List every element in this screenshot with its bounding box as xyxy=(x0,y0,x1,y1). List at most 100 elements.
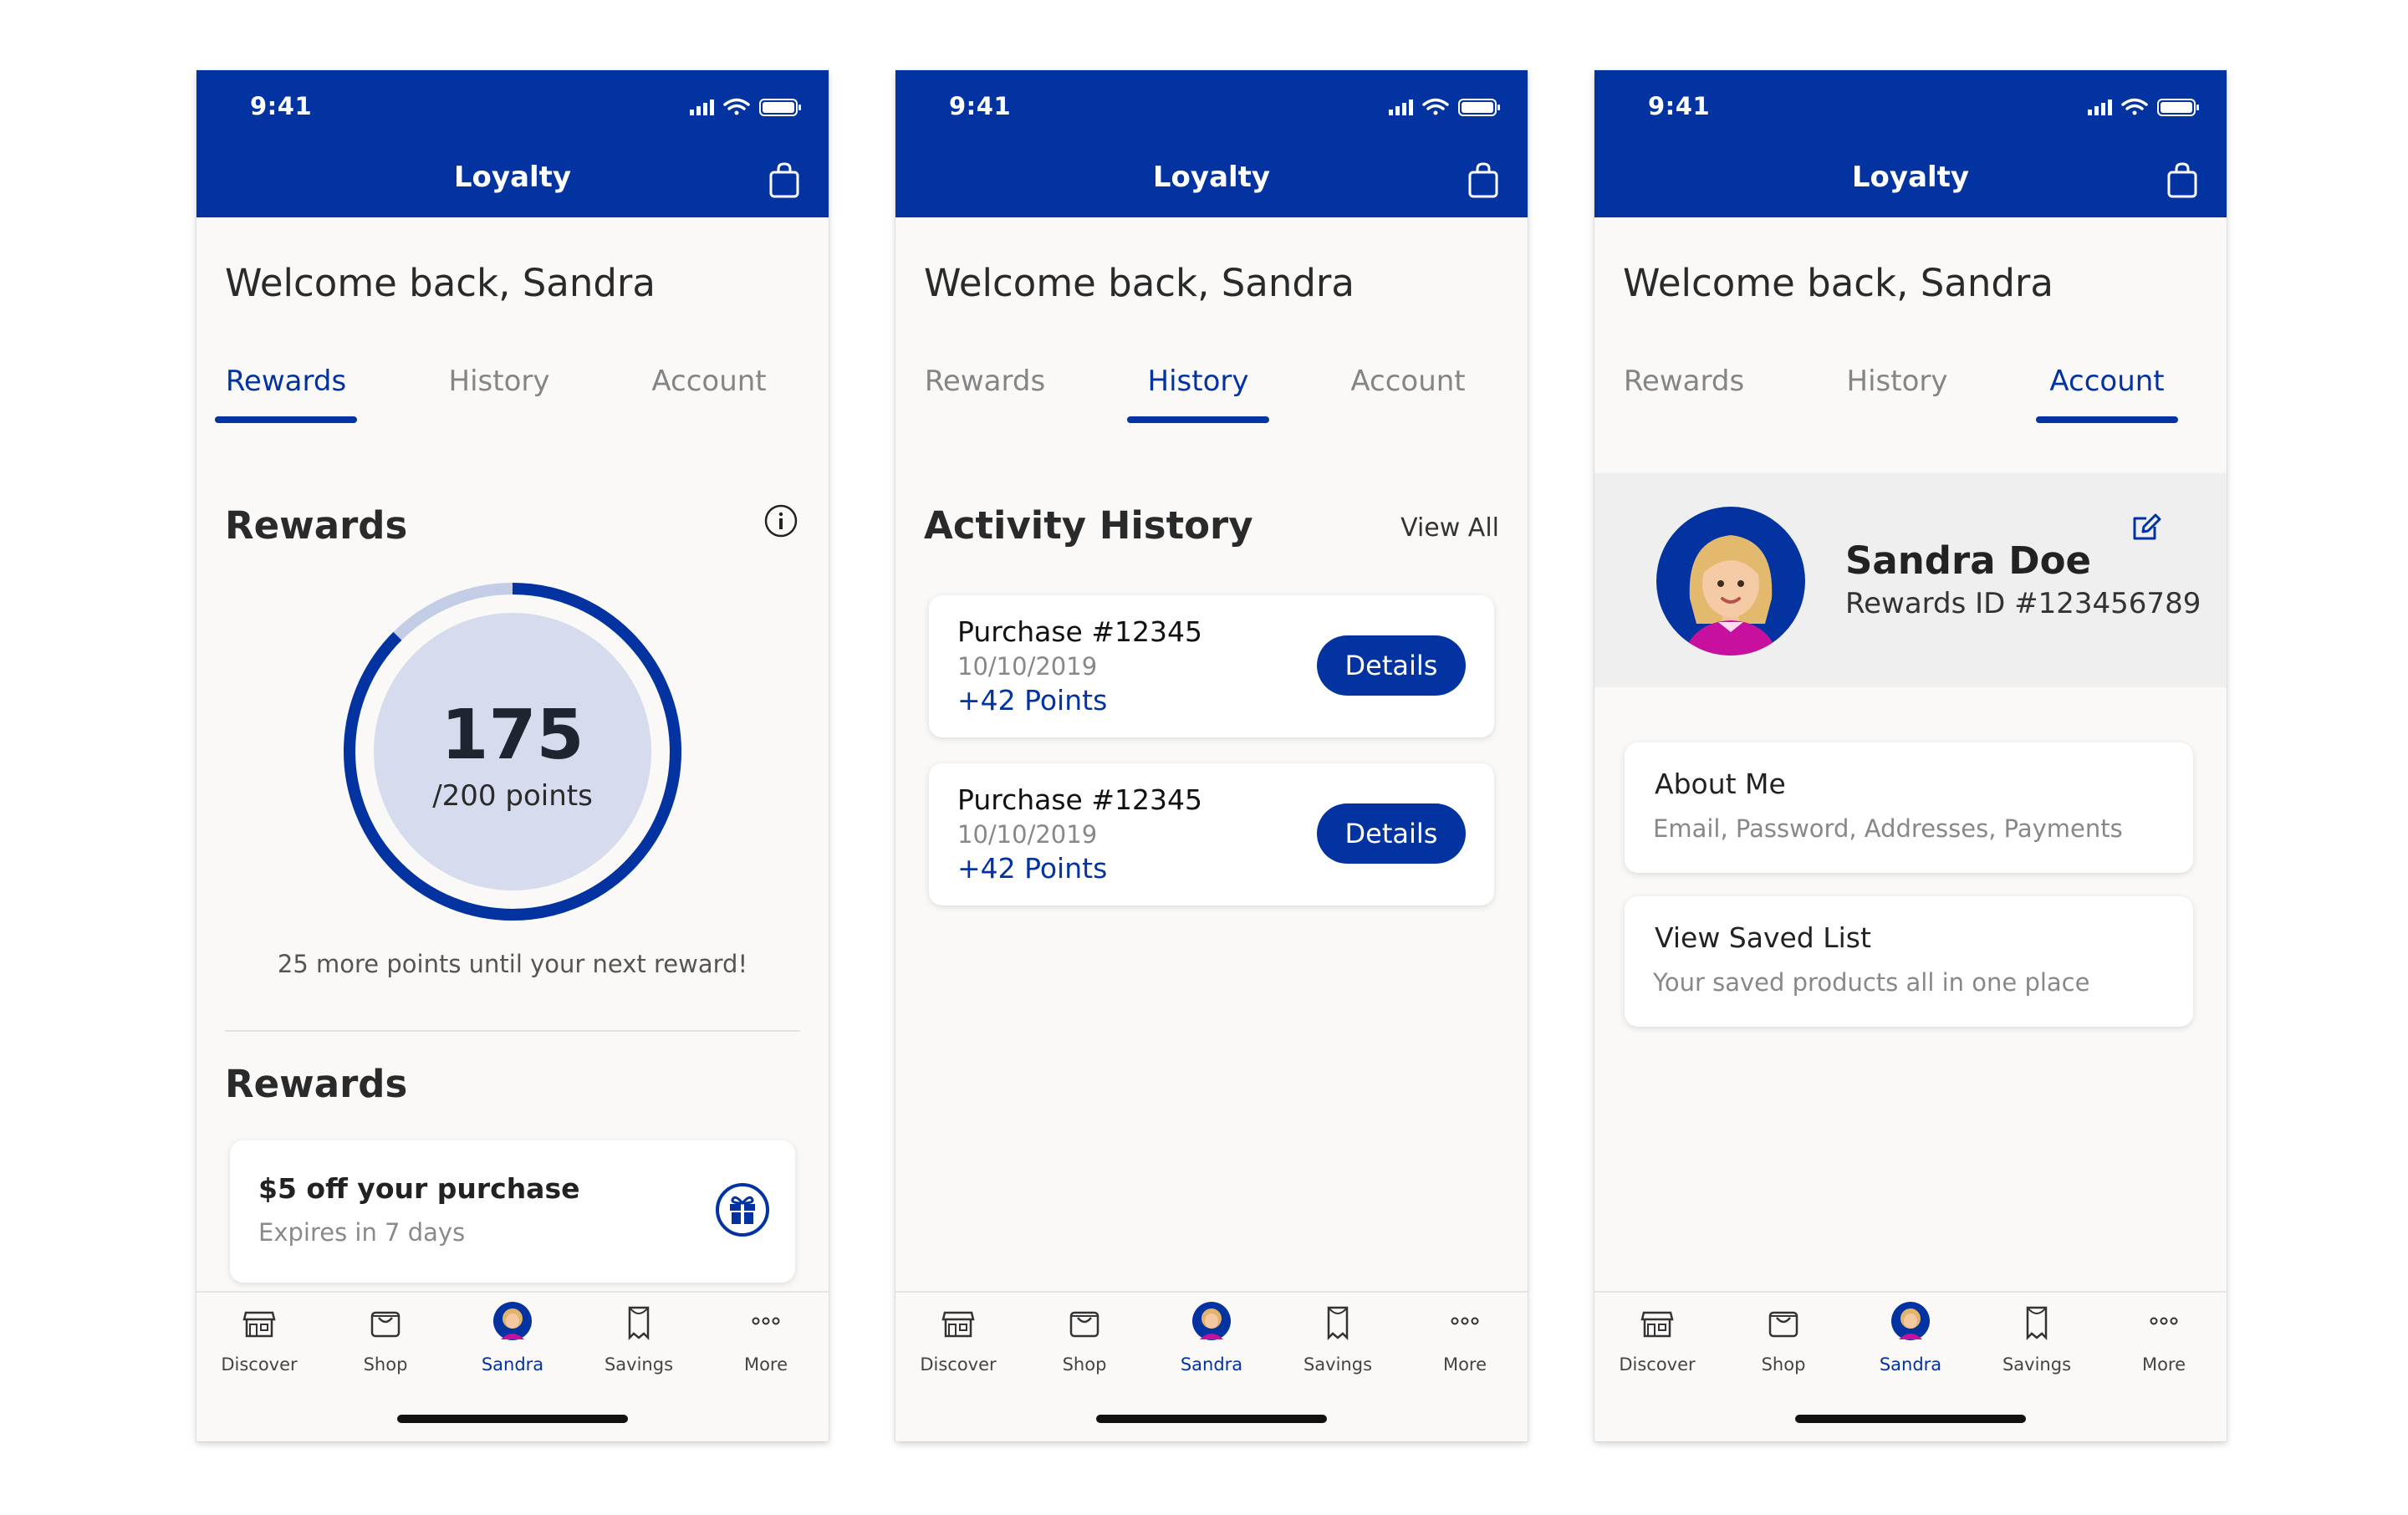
profile-name: Sandra Doe xyxy=(1845,538,2092,583)
activity-history-title: Activity History xyxy=(924,503,1253,548)
tab-account[interactable]: Account xyxy=(1337,365,1479,398)
nav-shop[interactable]: Shop xyxy=(323,1304,448,1388)
active-tab-indicator xyxy=(2036,416,2178,423)
more-dots-icon xyxy=(1451,1317,1479,1325)
nav-more[interactable]: More xyxy=(703,1304,829,1388)
gift-icon[interactable] xyxy=(715,1182,770,1237)
signal-icon xyxy=(2088,99,2112,115)
welcome-heading: Welcome back, Sandra xyxy=(1623,261,2053,305)
avatar-icon xyxy=(1192,1302,1231,1340)
details-button[interactable]: Details xyxy=(1317,803,1466,864)
rewards-id: Rewards ID #123456789 xyxy=(1845,587,2201,620)
status-time: 9:41 xyxy=(1648,92,1711,120)
tab-history[interactable]: History xyxy=(1826,365,1968,398)
tab-label: History xyxy=(448,365,550,398)
status-icons xyxy=(1389,98,1500,116)
tab-label: Account xyxy=(2049,365,2165,398)
stage: 9:41 Loyalty Welcome back, Sandra Reward… xyxy=(0,0,2408,1515)
app-title: Loyalty xyxy=(1152,161,1271,194)
bottom-nav: Discover Shop Sandra Savings More xyxy=(196,1291,829,1441)
nav-label: Savings xyxy=(604,1354,674,1375)
nav-label: Shop xyxy=(363,1354,408,1375)
bottom-nav: Discover Shop Sandra Savings More xyxy=(1594,1291,2227,1441)
nav-discover[interactable]: Discover xyxy=(1594,1304,1720,1388)
nav-more[interactable]: More xyxy=(2101,1304,2227,1388)
phone-history-screen: 9:41 Loyalty Welcome back, Sandra Reward… xyxy=(895,70,1528,1441)
points-caption: 25 more points until your next reward! xyxy=(277,950,748,978)
nav-label: More xyxy=(2141,1354,2186,1375)
shopping-bag-icon xyxy=(1768,1311,1798,1338)
status-time: 9:41 xyxy=(250,92,313,120)
tab-rewards[interactable]: Rewards xyxy=(1613,365,1755,398)
wifi-icon xyxy=(1422,98,1449,115)
tab-rewards[interactable]: Rewards xyxy=(914,365,1056,398)
tab-history[interactable]: History xyxy=(1127,365,1269,423)
view-all-link[interactable]: View All xyxy=(1400,513,1499,543)
welcome-heading: Welcome back, Sandra xyxy=(924,261,1354,305)
nav-profile[interactable]: Sandra xyxy=(1848,1302,1973,1388)
nav-label: Sandra xyxy=(1180,1354,1243,1375)
more-dots-icon xyxy=(2150,1317,2178,1325)
purchase-title: Purchase #12345 xyxy=(957,615,1202,648)
coupon-icon xyxy=(1327,1306,1349,1341)
tab-bar: Rewards History Account xyxy=(895,365,1528,423)
card-subtitle: Your saved products all in one place xyxy=(1653,968,2090,997)
tab-label: Account xyxy=(1350,365,1466,398)
app-header: 9:41 Loyalty xyxy=(1594,70,2227,217)
tab-history[interactable]: History xyxy=(428,365,570,398)
about-me-card[interactable]: About Me Email, Password, Addresses, Pay… xyxy=(1625,742,2193,873)
nav-more[interactable]: More xyxy=(1402,1304,1528,1388)
status-time: 9:41 xyxy=(949,92,1012,120)
purchase-points: +42 Points xyxy=(957,684,1108,717)
shopping-bag-icon[interactable] xyxy=(2166,162,2198,199)
edit-icon[interactable] xyxy=(2130,510,2163,543)
welcome-heading: Welcome back, Sandra xyxy=(225,261,656,305)
nav-profile[interactable]: Sandra xyxy=(1149,1302,1274,1388)
nav-label: Shop xyxy=(1761,1354,1806,1375)
details-button[interactable]: Details xyxy=(1317,635,1466,696)
saved-list-card[interactable]: View Saved List Your saved products all … xyxy=(1625,896,2193,1027)
nav-profile[interactable]: Sandra xyxy=(450,1302,575,1388)
coupon-icon xyxy=(2026,1306,2048,1341)
nav-label: Sandra xyxy=(481,1354,544,1375)
info-icon[interactable] xyxy=(763,503,798,538)
nav-savings[interactable]: Savings xyxy=(1974,1304,2099,1388)
phone-account-screen: 9:41 Loyalty Welcome back, Sandra Reward… xyxy=(1594,70,2227,1441)
home-indicator xyxy=(1096,1415,1327,1423)
points-unit: /200 points xyxy=(432,779,593,813)
shopping-bag-icon xyxy=(370,1311,400,1338)
nav-savings[interactable]: Savings xyxy=(576,1304,701,1388)
tab-bar: Rewards History Account xyxy=(1594,365,2227,423)
tab-account[interactable]: Account xyxy=(2036,365,2178,423)
tab-label: Rewards xyxy=(225,365,347,398)
history-item: Purchase #12345 10/10/2019 +42 Points De… xyxy=(929,763,1494,905)
tab-account[interactable]: Account xyxy=(638,365,780,398)
reward-offer-card[interactable]: $5 off your purchase Expires in 7 days xyxy=(230,1140,795,1283)
tab-label: Rewards xyxy=(924,365,1046,398)
divider xyxy=(225,1030,800,1032)
app-header: 9:41 Loyalty xyxy=(196,70,829,217)
shopping-bag-icon[interactable] xyxy=(1467,162,1499,199)
nav-discover[interactable]: Discover xyxy=(895,1304,1021,1388)
nav-shop[interactable]: Shop xyxy=(1721,1304,1846,1388)
nav-label: Savings xyxy=(2002,1354,2072,1375)
nav-label: Shop xyxy=(1062,1354,1107,1375)
tab-rewards[interactable]: Rewards xyxy=(215,365,357,423)
nav-shop[interactable]: Shop xyxy=(1022,1304,1147,1388)
more-dots-icon xyxy=(752,1317,780,1325)
card-subtitle: Email, Password, Addresses, Payments xyxy=(1653,814,2123,843)
purchase-date: 10/10/2019 xyxy=(957,820,1098,849)
tab-label: Account xyxy=(651,365,767,398)
purchase-title: Purchase #12345 xyxy=(957,783,1202,816)
history-item: Purchase #12345 10/10/2019 +42 Points De… xyxy=(929,595,1494,737)
store-icon xyxy=(242,1311,276,1338)
bottom-nav: Discover Shop Sandra Savings More xyxy=(895,1291,1528,1441)
shopping-bag-icon[interactable] xyxy=(768,162,800,199)
wifi-icon xyxy=(723,98,750,115)
battery-icon xyxy=(759,99,801,116)
active-tab-indicator xyxy=(215,416,357,423)
card-title: About Me xyxy=(1655,768,1786,800)
nav-discover[interactable]: Discover xyxy=(196,1304,322,1388)
nav-savings[interactable]: Savings xyxy=(1275,1304,1400,1388)
offer-title: $5 off your purchase xyxy=(258,1172,580,1205)
